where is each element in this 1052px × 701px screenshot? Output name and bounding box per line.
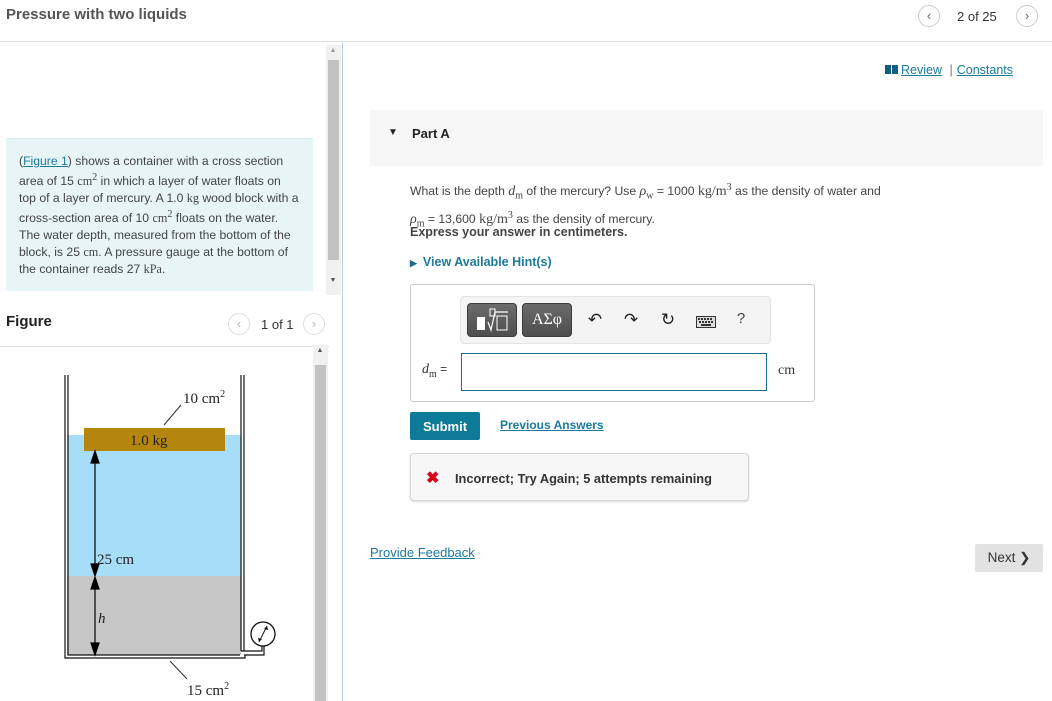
math-var: d: [422, 362, 429, 377]
question-fragment: of the mercury? Use: [523, 184, 640, 199]
question-fragment: = 1000: [653, 184, 698, 199]
reset-icon[interactable]: ↻: [658, 310, 678, 330]
unit: kg: [186, 190, 199, 205]
unit: cm: [77, 173, 93, 188]
collapse-triangle-icon[interactable]: ▼: [388, 127, 398, 138]
figure-position: 1 of 1: [261, 317, 294, 332]
previous-answers-link[interactable]: Previous Answers: [500, 418, 604, 432]
math-sub: m: [515, 190, 524, 202]
figure-header: Figure ‹ 1 of 1 ›: [0, 305, 329, 347]
leader-line: [169, 660, 188, 680]
math-toolbar: ΑΣφ ↶ ↷ ↻ ?: [460, 296, 771, 344]
keyboard-icon[interactable]: [696, 313, 716, 333]
chevron-right-icon: ›: [1024, 8, 1030, 23]
figure-title: Figure: [6, 313, 52, 330]
figure-scrollbar[interactable]: ▲: [313, 345, 328, 701]
scroll-thumb[interactable]: [328, 60, 339, 260]
unit: cm: [83, 244, 99, 259]
previous-item-button[interactable]: ‹: [918, 5, 940, 27]
chevron-left-icon: ‹: [236, 316, 242, 331]
help-icon[interactable]: ?: [731, 310, 751, 327]
answer-label: dm =: [422, 362, 447, 380]
block-area-label: 10 cm2: [183, 389, 225, 407]
undo-icon[interactable]: ↶: [585, 310, 605, 330]
unit: kPa: [143, 261, 162, 276]
answer-area: ΑΣφ ↶ ↷ ↻ ? dm = cm: [410, 284, 815, 402]
question-fragment: as the density of mercury.: [512, 211, 655, 226]
superscript: 2: [220, 389, 225, 400]
provide-feedback-link[interactable]: Provide Feedback: [370, 545, 475, 560]
label-text: 10 cm: [183, 391, 220, 407]
chevron-right-icon: ›: [311, 316, 317, 331]
feedback-message: ✖ Incorrect; Try Again; 5 attempts remai…: [410, 453, 749, 501]
math-sub: m: [429, 368, 437, 380]
mercury-depth-label: h: [98, 611, 106, 627]
error-x-icon: ✖: [426, 470, 440, 487]
problem-scrollbar[interactable]: ▲ ▼: [326, 45, 341, 295]
scroll-thumb[interactable]: [315, 365, 326, 701]
templates-button[interactable]: [467, 303, 517, 337]
symbols-button[interactable]: ΑΣφ: [522, 303, 572, 337]
label-text: 25 cm: [97, 552, 134, 568]
equals-sign: =: [436, 362, 448, 376]
scroll-up-icon[interactable]: ▲: [327, 47, 339, 54]
problem-statement: (Figure 1) shows a container with a cros…: [6, 138, 313, 291]
constants-link[interactable]: Constants: [957, 63, 1013, 77]
feedback-text: Incorrect; Try Again; 5 attempts remaini…: [455, 471, 712, 486]
answer-input[interactable]: [461, 353, 767, 391]
submit-button[interactable]: Submit: [410, 412, 480, 440]
water-depth-label: 25 cm: [97, 552, 134, 568]
part-title: Part A: [412, 126, 450, 141]
figure-prev-button[interactable]: ‹: [228, 313, 250, 335]
expand-triangle-icon: ▶: [410, 258, 417, 268]
math-sub: w: [646, 190, 654, 202]
view-hints-link[interactable]: ▶ View Available Hint(s): [410, 255, 552, 269]
chevron-left-icon: ‹: [926, 8, 932, 23]
templates-icon: [477, 308, 508, 333]
answer-unit: cm: [778, 363, 796, 378]
hint-label: View Available Hint(s): [422, 255, 552, 269]
pressure-gauge-icon: [250, 621, 276, 647]
question-fragment: What is the depth: [410, 184, 509, 199]
part-a-header[interactable]: ▼ Part A: [370, 110, 1043, 166]
math-unit: kg/m: [697, 184, 727, 200]
question-fragment: = 13,600: [424, 211, 480, 226]
item-position: 2 of 25: [957, 9, 997, 24]
scroll-down-icon[interactable]: ▼: [327, 277, 339, 284]
redo-icon[interactable]: ↷: [621, 310, 641, 330]
superscript: 2: [224, 681, 229, 692]
book-icon: [885, 65, 898, 74]
page-title: Pressure with two liquids: [6, 6, 187, 23]
question-fragment: as the density of water and: [731, 184, 881, 199]
header: Pressure with two liquids ‹ 2 of 25 ›: [0, 0, 1052, 42]
figure-next-button[interactable]: ›: [303, 313, 325, 335]
container-area-label: 15 cm2: [187, 681, 229, 699]
answer-instructions: Express your answer in centimeters.: [410, 225, 628, 239]
scroll-up-icon[interactable]: ▲: [314, 347, 326, 354]
block-mass-label: 1.0 kg: [130, 433, 168, 449]
container-diagram: 1.0 kg 10 cm2 25 cm 25 cm h 15 cm2: [64, 375, 276, 699]
link-separator: |: [949, 63, 953, 77]
problem-text: .: [161, 261, 166, 276]
resource-links: Review | Constants: [885, 63, 1013, 77]
figure-link[interactable]: Figure 1: [23, 154, 68, 168]
review-link[interactable]: Review: [901, 63, 942, 77]
left-panel: (Figure 1) shows a container with a cros…: [0, 43, 343, 701]
label-text: 15 cm: [187, 683, 224, 699]
leader-line: [163, 404, 182, 426]
next-button[interactable]: Next ❯: [975, 544, 1043, 572]
next-item-button[interactable]: ›: [1016, 5, 1038, 27]
unit: cm: [152, 210, 168, 225]
